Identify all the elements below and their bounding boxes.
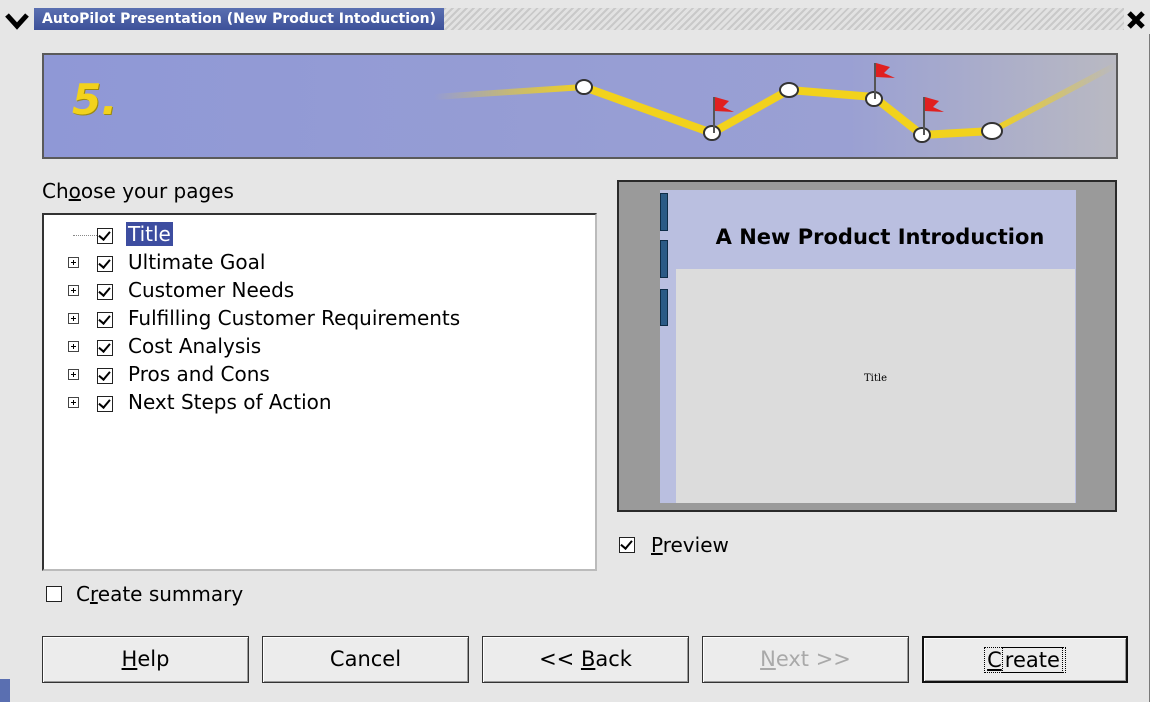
ultimate-goal-checkbox[interactable] <box>97 256 113 272</box>
create-label: Create <box>984 647 1066 673</box>
step-banner: 5. <box>42 53 1118 159</box>
create-summary-checkbox[interactable] <box>46 586 62 602</box>
slide-sidebar-bar <box>660 289 668 326</box>
help-rest: elp <box>137 647 170 671</box>
create-button[interactable]: Create <box>922 636 1128 683</box>
help-button[interactable]: Help <box>42 636 249 683</box>
close-icon[interactable] <box>1125 10 1147 30</box>
cost-analysis-checkbox[interactable] <box>97 340 113 356</box>
preview-label-accel: P <box>651 533 663 557</box>
choose-pages-label: Choose your pages <box>42 179 234 203</box>
pages-tree[interactable]: Title Ultimate Goal Customer Needs Fulfi… <box>42 213 597 571</box>
autopilot-dialog: AutoPilot Presentation (New Product Into… <box>0 0 1150 702</box>
tree-item-next-steps[interactable]: Next Steps of Action <box>44 389 584 417</box>
tree-item-label: Fulfilling Customer Requirements <box>128 306 461 330</box>
tree-item-label: Title <box>126 222 173 246</box>
expand-icon[interactable] <box>68 341 79 352</box>
choose-pages-label-accel: o <box>68 179 81 203</box>
help-accel: H <box>121 647 138 671</box>
expand-icon[interactable] <box>68 313 79 324</box>
tree-item-customer-needs[interactable]: Customer Needs <box>44 277 584 305</box>
title-checkbox[interactable] <box>97 228 113 244</box>
step-number: 5. <box>72 75 118 124</box>
tree-item-label: Pros and Cons <box>128 362 270 386</box>
tree-item-label: Cost Analysis <box>128 334 262 358</box>
next-steps-checkbox[interactable] <box>97 396 113 412</box>
summary-label-accel: r <box>89 582 98 606</box>
pros-and-cons-checkbox[interactable] <box>97 368 113 384</box>
back-accel: B <box>580 647 596 671</box>
slide-preview: A New Product Introduction Title <box>617 180 1117 512</box>
slide-title: A New Product Introduction <box>715 225 1045 249</box>
tree-item-fulfilling-requirements[interactable]: Fulfilling Customer Requirements <box>44 305 584 333</box>
expand-icon[interactable] <box>68 285 79 296</box>
tree-item-label: Ultimate Goal <box>128 250 266 274</box>
preview-slide: A New Product Introduction Title <box>660 190 1076 503</box>
summary-label-suffix: eate summary <box>97 582 244 606</box>
window-menu-icon[interactable] <box>4 9 30 31</box>
expand-icon[interactable] <box>68 397 79 408</box>
back-button[interactable]: << Back <box>482 636 689 683</box>
tree-item-ultimate-goal[interactable]: Ultimate Goal <box>44 249 584 277</box>
preview-label: Preview <box>651 533 729 557</box>
preview-label-suffix: review <box>662 533 729 557</box>
cancel-label: Cancel <box>329 647 402 671</box>
slide-subtitle: Title <box>863 373 887 384</box>
tree-item-cost-analysis[interactable]: Cost Analysis <box>44 333 584 361</box>
next-rest: ext >> <box>775 647 851 671</box>
back-prefix: << <box>539 647 581 671</box>
window-edge-strip <box>0 679 10 702</box>
tree-item-label: Customer Needs <box>128 278 295 302</box>
create-rest: reate <box>1001 647 1063 673</box>
summary-label-prefix: C <box>76 582 90 606</box>
slide-sidebar-bar <box>660 240 668 278</box>
preview-checkbox-row[interactable]: Preview <box>619 533 759 559</box>
back-rest: ack <box>595 647 632 671</box>
slide-sidebar-bar <box>660 193 668 231</box>
preview-checkbox[interactable] <box>619 537 635 553</box>
title-bar: AutoPilot Presentation (New Product Into… <box>0 0 1150 34</box>
summary-checkbox-row[interactable]: Create summary <box>46 582 286 608</box>
fulfilling-requirements-checkbox[interactable] <box>97 312 113 328</box>
create-summary-label: Create summary <box>76 582 243 606</box>
title-band: AutoPilot Presentation (New Product Into… <box>34 8 1124 30</box>
next-accel: N <box>760 647 776 671</box>
next-button[interactable]: Next >> <box>702 636 909 683</box>
expand-icon[interactable] <box>68 369 79 380</box>
tree-item-label: Next Steps of Action <box>128 390 332 414</box>
window-title: AutoPilot Presentation (New Product Into… <box>34 8 445 30</box>
tree-item-title[interactable]: Title <box>44 221 584 249</box>
tree-item-pros-and-cons[interactable]: Pros and Cons <box>44 361 584 389</box>
cancel-button[interactable]: Cancel <box>262 636 469 683</box>
slide-body: Title <box>676 269 1075 503</box>
expand-icon[interactable] <box>68 257 79 268</box>
choose-pages-label-suffix: ose your pages <box>80 179 234 203</box>
create-accel: C <box>987 648 1002 672</box>
customer-needs-checkbox[interactable] <box>97 284 113 300</box>
banner-graphic <box>44 55 1116 157</box>
choose-pages-label-prefix: Ch <box>42 179 69 203</box>
